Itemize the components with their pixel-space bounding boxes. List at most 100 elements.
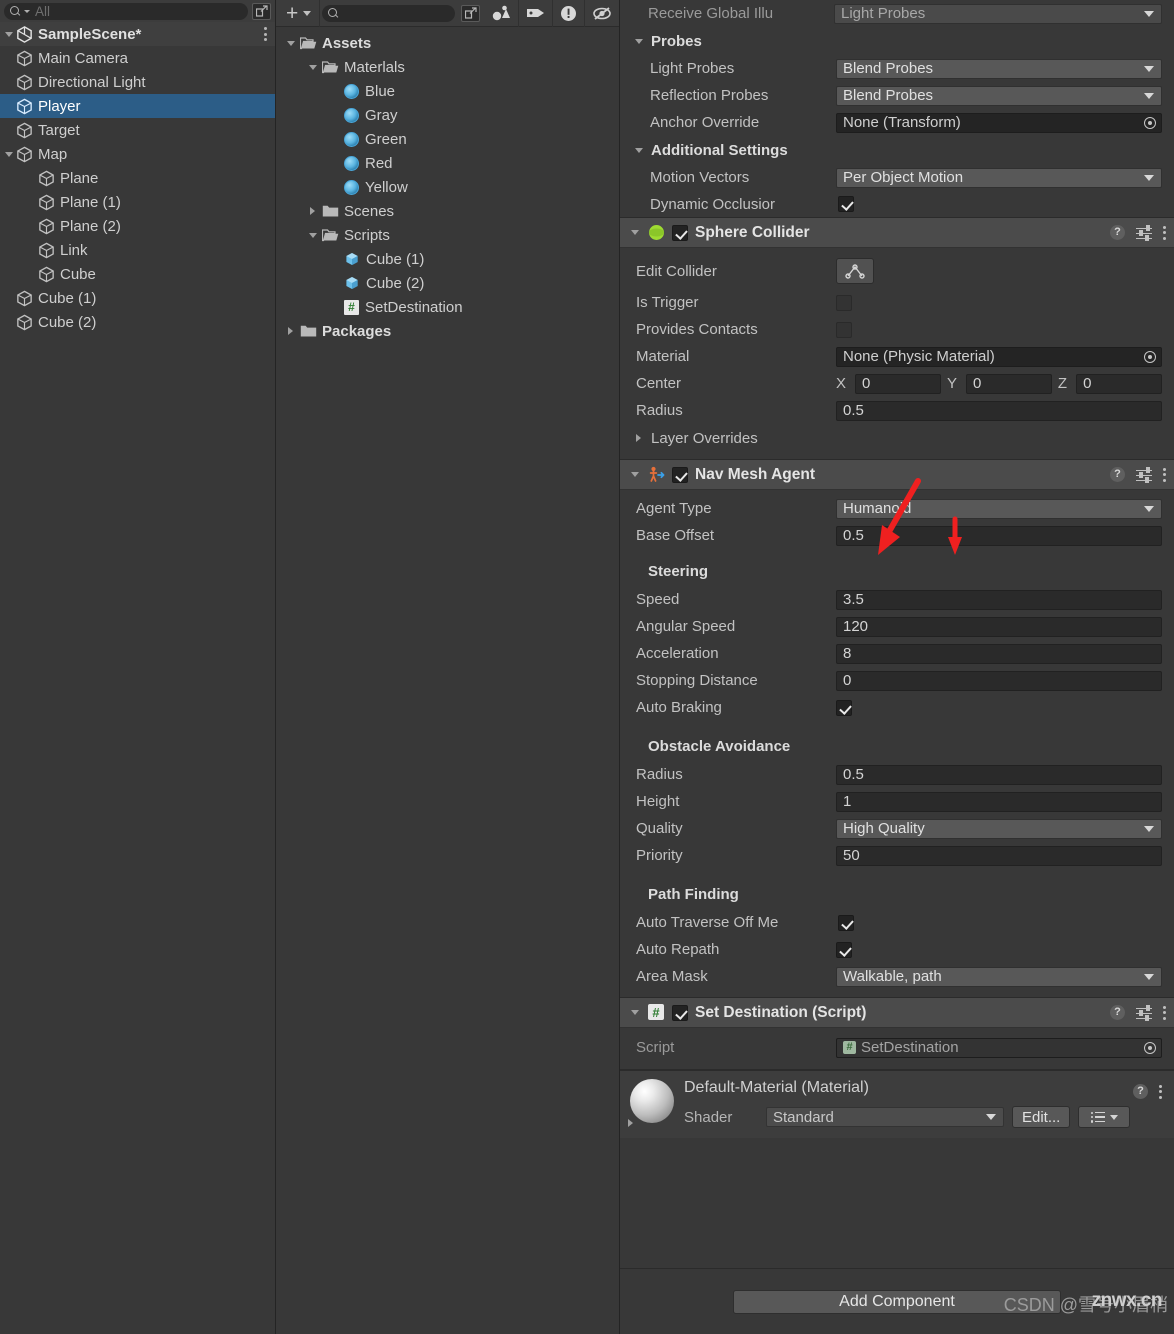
- anchor-override-object-field[interactable]: None (Transform): [836, 112, 1162, 133]
- stopping-distance-input[interactable]: 0: [836, 670, 1162, 691]
- project-item-yellow[interactable]: Yellow: [276, 175, 619, 199]
- hierarchy-item-player[interactable]: Player: [0, 94, 275, 118]
- hierarchy-item-directional-light[interactable]: Directional Light: [0, 70, 275, 94]
- auto-repath-checkbox[interactable]: [836, 941, 852, 958]
- oa-height-input[interactable]: 1: [836, 791, 1162, 812]
- material-menu-kebab-icon[interactable]: [1159, 1084, 1162, 1099]
- chevron-down-icon[interactable]: [2, 151, 15, 157]
- warning-icon[interactable]: [553, 0, 585, 27]
- object-picker-icon[interactable]: [1144, 116, 1156, 129]
- shader-dropdown[interactable]: Standard: [766, 1107, 1004, 1127]
- project-item-materlals[interactable]: Materlals: [276, 55, 619, 79]
- chevron-down-icon[interactable]: [628, 230, 641, 235]
- project-item-cube-1[interactable]: Cube (1): [276, 247, 619, 271]
- project-item-assets[interactable]: Assets: [276, 31, 619, 55]
- probes-section-header[interactable]: Probes: [620, 27, 1174, 55]
- project-item-packages[interactable]: Packages: [276, 319, 619, 343]
- reflection-probes-dropdown[interactable]: Blend Probes: [836, 85, 1162, 106]
- collider-material-object-field[interactable]: None (Physic Material): [836, 346, 1162, 367]
- preset-settings-icon[interactable]: [1136, 466, 1152, 483]
- angular-speed-input[interactable]: 120: [836, 616, 1162, 637]
- project-item-green[interactable]: Green: [276, 127, 619, 151]
- acceleration-input[interactable]: 8: [836, 643, 1162, 664]
- dynamic-occlusion-checkbox[interactable]: [838, 196, 854, 212]
- sphere-collider-header[interactable]: Sphere Collider ?: [620, 218, 1174, 248]
- project-item-gray[interactable]: Gray: [276, 103, 619, 127]
- help-icon[interactable]: ?: [1110, 467, 1125, 482]
- chevron-right-icon[interactable]: [284, 327, 297, 335]
- center-x-input[interactable]: 0: [855, 373, 941, 394]
- receive-gi-dropdown[interactable]: Light Probes: [834, 3, 1162, 24]
- additional-settings-header[interactable]: Additional Settings: [620, 136, 1174, 164]
- help-icon[interactable]: ?: [1110, 225, 1125, 240]
- hierarchy-item-plane[interactable]: Plane: [0, 166, 275, 190]
- speed-input[interactable]: 3.5: [836, 589, 1162, 610]
- object-picker-icon[interactable]: [1144, 350, 1156, 363]
- hierarchy-item-cube[interactable]: Cube: [0, 262, 275, 286]
- center-y-input[interactable]: 0: [965, 373, 1052, 394]
- hierarchy-item-plane-1[interactable]: Plane (1): [0, 190, 275, 214]
- center-z-input[interactable]: 0: [1076, 373, 1163, 394]
- preset-settings-icon[interactable]: [1136, 1004, 1152, 1021]
- oa-priority-input[interactable]: 50: [836, 845, 1162, 866]
- help-icon[interactable]: ?: [1133, 1084, 1148, 1099]
- object-picker-icon[interactable]: [1144, 1041, 1156, 1054]
- chevron-down-icon[interactable]: [2, 31, 15, 37]
- motion-vectors-dropdown[interactable]: Per Object Motion: [836, 167, 1162, 188]
- chevron-down-icon[interactable]: [628, 1010, 641, 1015]
- open-in-new-icon[interactable]: [461, 0, 484, 27]
- chevron-right-icon[interactable]: [306, 207, 319, 215]
- auto-braking-checkbox[interactable]: [836, 699, 852, 716]
- layer-overrides-header[interactable]: Layer Overrides: [620, 424, 1174, 452]
- hierarchy-item-cube-1[interactable]: Cube (1): [0, 286, 275, 310]
- is-trigger-checkbox[interactable]: [836, 294, 852, 311]
- set-destination-enabled-checkbox[interactable]: [672, 1004, 688, 1021]
- component-menu-kebab-icon[interactable]: [1163, 225, 1166, 240]
- chevron-right-icon[interactable]: [632, 434, 645, 442]
- project-item-red[interactable]: Red: [276, 151, 619, 175]
- project-item-scripts[interactable]: Scripts: [276, 223, 619, 247]
- visibility-off-icon[interactable]: [585, 0, 619, 27]
- oa-radius-input[interactable]: 0.5: [836, 764, 1162, 785]
- material-preset-button[interactable]: [1078, 1106, 1131, 1128]
- chevron-down-icon[interactable]: [306, 64, 319, 70]
- project-item-cube-2[interactable]: Cube (2): [276, 271, 619, 295]
- chevron-down-icon[interactable]: [632, 38, 645, 44]
- nav-mesh-agent-header[interactable]: Nav Mesh Agent ?: [620, 460, 1174, 490]
- collider-radius-input[interactable]: 0.5: [836, 400, 1162, 421]
- hierarchy-item-link[interactable]: Link: [0, 238, 275, 262]
- edit-collider-button[interactable]: [836, 258, 874, 284]
- create-asset-button[interactable]: +: [276, 0, 321, 27]
- hierarchy-item-main-camera[interactable]: Main Camera: [0, 46, 275, 70]
- project-item-scenes[interactable]: Scenes: [276, 199, 619, 223]
- shader-edit-button[interactable]: Edit...: [1012, 1106, 1071, 1128]
- nav-mesh-agent-enabled-checkbox[interactable]: [672, 466, 688, 483]
- help-icon[interactable]: ?: [1110, 1005, 1125, 1020]
- hierarchy-scene-kebab-icon[interactable]: [264, 27, 267, 41]
- agent-type-dropdown[interactable]: Humanoid: [836, 498, 1162, 519]
- favorite-icon[interactable]: [484, 0, 519, 27]
- project-search-input[interactable]: [322, 4, 455, 22]
- script-object-field[interactable]: # SetDestination: [836, 1037, 1162, 1058]
- chevron-down-icon[interactable]: [628, 472, 641, 477]
- component-menu-kebab-icon[interactable]: [1163, 1005, 1166, 1020]
- hierarchy-item-map[interactable]: Map: [0, 142, 275, 166]
- project-item-blue[interactable]: Blue: [276, 79, 619, 103]
- base-offset-input[interactable]: 0.5: [836, 525, 1162, 546]
- chevron-right-icon[interactable]: [624, 1119, 637, 1127]
- hierarchy-scene-row[interactable]: SampleScene*: [0, 22, 275, 46]
- set-destination-header[interactable]: # Set Destination (Script) ?: [620, 998, 1174, 1028]
- sphere-collider-enabled-checkbox[interactable]: [672, 224, 688, 241]
- hierarchy-item-cube-2[interactable]: Cube (2): [0, 310, 275, 334]
- auto-traverse-checkbox[interactable]: [838, 914, 854, 931]
- light-probes-dropdown[interactable]: Blend Probes: [836, 58, 1162, 79]
- component-menu-kebab-icon[interactable]: [1163, 467, 1166, 482]
- oa-quality-dropdown[interactable]: High Quality: [836, 818, 1162, 839]
- provides-contacts-checkbox[interactable]: [836, 321, 852, 338]
- chevron-down-icon[interactable]: [284, 40, 297, 46]
- preset-settings-icon[interactable]: [1136, 224, 1152, 241]
- hierarchy-search-input[interactable]: All: [4, 2, 248, 20]
- hierarchy-item-target[interactable]: Target: [0, 118, 275, 142]
- project-item-setdestination[interactable]: # SetDestination: [276, 295, 619, 319]
- open-in-new-icon[interactable]: [252, 2, 271, 20]
